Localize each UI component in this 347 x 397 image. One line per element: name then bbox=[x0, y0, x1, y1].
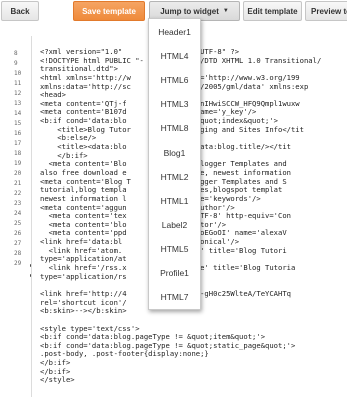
line-number: 23 bbox=[14, 200, 22, 207]
widget-menu-item[interactable]: HTML5 bbox=[149, 244, 200, 254]
line-number: 26 bbox=[14, 230, 22, 237]
widget-menu-item[interactable]: HTML6 bbox=[149, 75, 200, 85]
line-number: 8 bbox=[14, 50, 18, 57]
code-line[interactable]: </style> bbox=[40, 376, 321, 385]
line-number: 19 bbox=[14, 160, 22, 167]
widget-menu-item[interactable]: HTML7 bbox=[149, 292, 200, 302]
widget-menu-item[interactable]: Label2 bbox=[149, 220, 200, 230]
code-line[interactable]: </b:if> bbox=[40, 358, 321, 368]
jump-to-widget-menu: Header1 HTML4 HTML6 HTML3 HTML8 Blog1 HTML2 HTM… bbox=[148, 18, 201, 310]
jump-to-widget-label: Jump to widget bbox=[160, 6, 219, 16]
line-number: 27 bbox=[14, 240, 22, 247]
back-button[interactable]: Back bbox=[1, 1, 39, 21]
code-line[interactable]: </b:if> bbox=[40, 367, 321, 377]
line-number: 25 bbox=[14, 220, 22, 227]
edit-template-button[interactable]: Edit template bbox=[243, 1, 302, 21]
widget-menu-item[interactable]: Blog1 bbox=[149, 148, 200, 158]
line-number: 9 bbox=[14, 60, 18, 67]
line-number: 20 bbox=[14, 170, 22, 177]
widget-menu-item[interactable]: Profile1 bbox=[149, 268, 200, 278]
line-number: 16 bbox=[14, 130, 22, 137]
widget-menu-item[interactable]: HTML3 bbox=[149, 99, 200, 109]
line-number: 12 bbox=[14, 90, 22, 97]
widget-menu-item[interactable]: HTML8 bbox=[149, 123, 200, 133]
widget-menu-item[interactable]: Header1 bbox=[149, 27, 200, 37]
line-number: 11 bbox=[14, 80, 22, 87]
preview-template-button[interactable]: Preview te bbox=[305, 1, 347, 21]
code-line[interactable]: .post-body, .post-footer{display:none;} bbox=[40, 350, 321, 359]
line-number: 24 bbox=[14, 210, 22, 217]
widget-menu-item[interactable]: HTML4 bbox=[149, 51, 200, 61]
line-number: 29 bbox=[14, 260, 22, 267]
save-template-button[interactable]: Save template bbox=[73, 1, 145, 21]
line-number: 10 bbox=[14, 70, 22, 77]
line-number: 17 bbox=[14, 140, 22, 147]
line-number: 22 bbox=[14, 190, 22, 197]
line-number: 18 bbox=[14, 150, 22, 157]
chevron-down-icon: ▼ bbox=[222, 8, 229, 14]
widget-menu-item[interactable]: HTML1 bbox=[149, 196, 200, 206]
line-number: 13 bbox=[14, 100, 22, 107]
line-number: 15 bbox=[14, 120, 22, 127]
line-number: 21 bbox=[14, 180, 22, 187]
line-number: 14 bbox=[14, 110, 22, 117]
line-number: 28 bbox=[14, 250, 22, 257]
widget-menu-item[interactable]: HTML2 bbox=[149, 172, 200, 182]
line-number-gutter: 8 9 10 11 12 13 14 15 16 17 18 19 20 21 22 23 24 25 26 27 28… bbox=[0, 36, 33, 397]
